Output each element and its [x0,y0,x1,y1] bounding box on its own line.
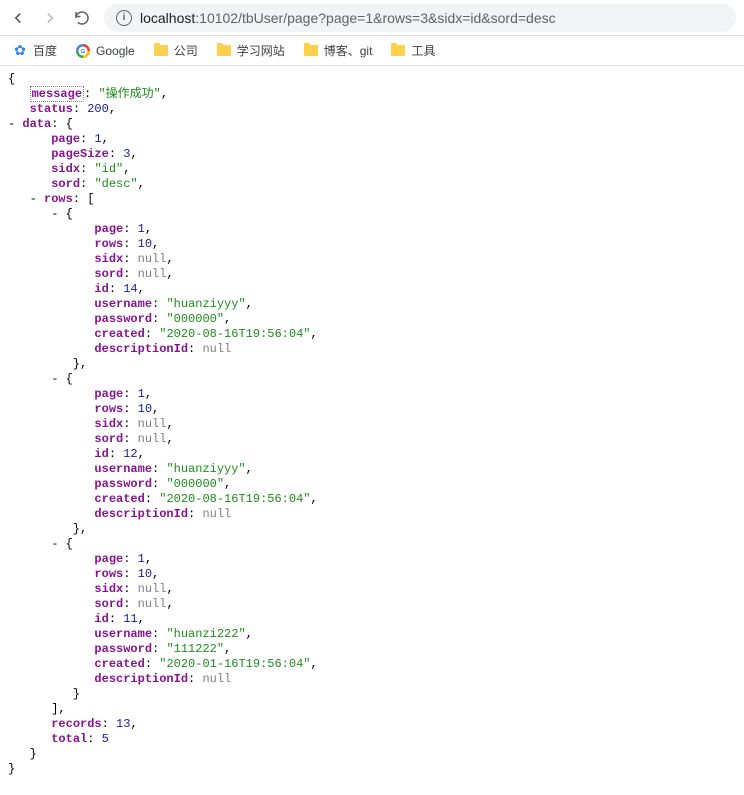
json-viewer: { message: "操作成功", status: 200, - data: … [0,66,744,783]
site-info-icon[interactable]: i [116,10,132,26]
google-icon [75,43,91,59]
reload-button[interactable] [72,8,92,28]
folder-icon [153,43,169,59]
bookmark-baidu[interactable]: ✿ 百度 [12,42,57,59]
bookmark-label: 百度 [33,42,57,59]
bookmark-folder[interactable]: 博客、git [303,42,373,59]
folder-icon [216,43,232,59]
bookmark-folder[interactable]: 学习网站 [216,42,285,59]
url-text: localhost:10102/tbUser/page?page=1&rows=… [140,10,556,26]
browser-toolbar: i localhost:10102/tbUser/page?page=1&row… [0,0,744,36]
bookmark-folder[interactable]: 工具 [390,42,435,59]
folder-icon [390,43,406,59]
back-button[interactable] [8,8,28,28]
bookmark-label: 工具 [411,42,435,59]
forward-button[interactable] [40,8,60,28]
folder-icon [303,43,319,59]
baidu-icon: ✿ [12,43,28,59]
bookmark-folder[interactable]: 公司 [153,42,198,59]
bookmark-label: 公司 [174,42,198,59]
bookmark-google[interactable]: Google [75,43,135,59]
bookmark-label: Google [96,44,135,58]
bookmarks-bar: ✿ 百度 Google 公司 学习网站 博客、git 工具 [0,36,744,66]
url-bar[interactable]: i localhost:10102/tbUser/page?page=1&row… [104,4,736,32]
bookmark-label: 学习网站 [237,42,285,59]
bookmark-label: 博客、git [324,42,373,59]
